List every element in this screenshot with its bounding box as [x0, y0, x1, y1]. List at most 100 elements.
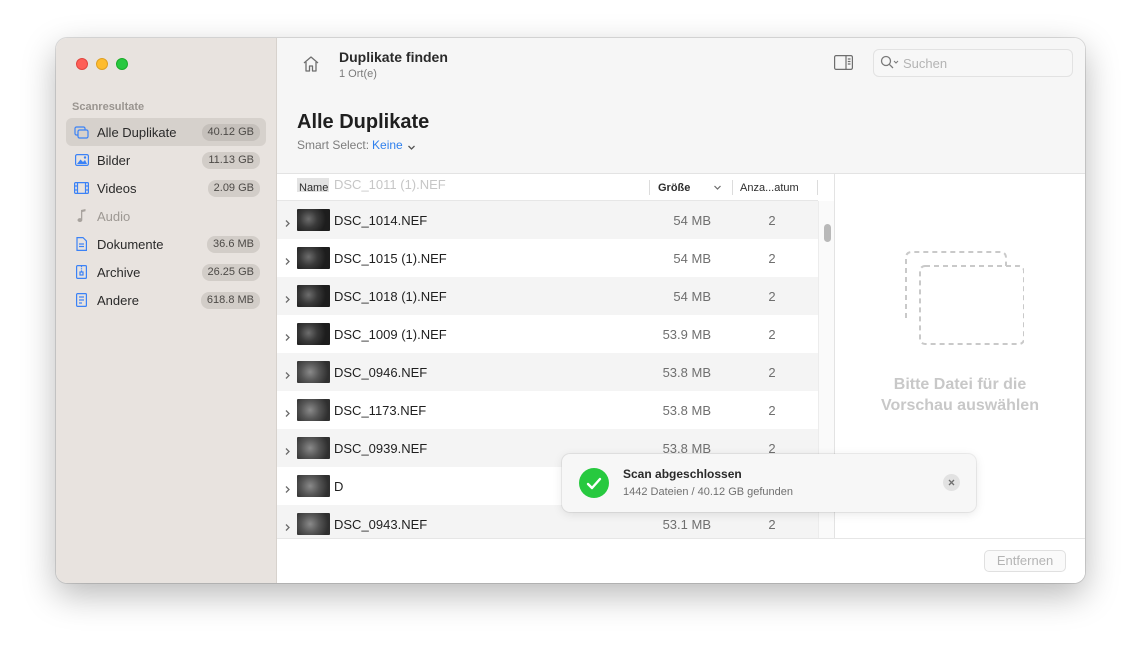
- file-size: 54 MB: [673, 250, 711, 266]
- close-icon[interactable]: [943, 474, 960, 491]
- thumbnail: [297, 361, 330, 383]
- sidebar-item-archive[interactable]: Archive 26.25 GB: [66, 258, 266, 286]
- close-window-button[interactable]: [76, 58, 88, 70]
- table-row[interactable]: DSC_1014.NEF 54 MB 2: [277, 201, 818, 239]
- duplicate-count: 2: [768, 402, 776, 418]
- chevron-right-icon[interactable]: [283, 520, 292, 531]
- sidebar-right-toggle-icon[interactable]: [834, 55, 853, 71]
- film-icon: [74, 181, 89, 196]
- chevron-right-icon[interactable]: [283, 330, 292, 341]
- header: Duplikate finden 1 Ort(e) Alle Duplikate…: [277, 38, 1085, 174]
- archive-icon: [74, 265, 89, 280]
- table-row[interactable]: DSC_1015 (1).NEF 54 MB 2: [277, 239, 818, 277]
- duplicate-count: 2: [768, 250, 776, 266]
- duplicate-count: 2: [768, 288, 776, 304]
- chevron-right-icon[interactable]: [283, 292, 292, 303]
- size-badge: 36.6 MB: [207, 235, 260, 253]
- window-controls: [76, 58, 128, 70]
- file-name: DSC_1018 (1).NEF: [334, 288, 447, 304]
- scrollbar-thumb[interactable]: [824, 224, 831, 242]
- chevron-right-icon[interactable]: [283, 406, 292, 417]
- duplicate-count: 2: [768, 516, 776, 532]
- preview-line-1: Bitte Datei für die: [893, 376, 1027, 393]
- checkmark-icon: [579, 468, 609, 498]
- remove-button[interactable]: Entfernen: [984, 550, 1066, 572]
- chevron-right-icon[interactable]: [283, 368, 292, 379]
- smart-select[interactable]: Smart Select: Keine: [297, 138, 416, 152]
- thumbnail: [297, 209, 330, 231]
- sidebar-item-label: Andere: [97, 292, 139, 308]
- zoom-window-button[interactable]: [116, 58, 128, 70]
- search-field[interactable]: [873, 49, 1073, 77]
- table-row[interactable]: DSC_0946.NEF 53.8 MB 2: [277, 353, 818, 391]
- sidebar-item-bilder[interactable]: Bilder 11.13 GB: [66, 146, 266, 174]
- column-header-count[interactable]: Anza...atum: [740, 182, 799, 194]
- thumbnail: [297, 323, 330, 345]
- sidebar-item-alle-duplikate[interactable]: Alle Duplikate 40.12 GB: [66, 118, 266, 146]
- image-icon: [74, 153, 89, 168]
- chevron-right-icon[interactable]: [283, 216, 292, 227]
- duplicate-count: 2: [768, 364, 776, 380]
- file-name: D: [334, 478, 344, 494]
- minimize-window-button[interactable]: [96, 58, 108, 70]
- music-note-icon: [74, 209, 89, 224]
- toast-title: Scan abgeschlossen: [623, 467, 742, 481]
- window-title: Duplikate finden: [339, 49, 448, 65]
- file-size: 54 MB: [673, 288, 711, 304]
- chevron-down-icon[interactable]: [407, 141, 416, 150]
- preview-line-2: Vorschau auswählen: [881, 397, 1039, 414]
- file-size: 54 MB: [673, 212, 711, 228]
- footer-bar: Entfernen: [277, 538, 1085, 583]
- column-header-size[interactable]: Größe: [658, 182, 690, 194]
- sidebar-item-label: Videos: [97, 180, 137, 196]
- sort-descending-icon[interactable]: [713, 183, 722, 192]
- ghost-row-name: DSC_1011 (1).NEF: [334, 177, 446, 192]
- chevron-right-icon[interactable]: [283, 254, 292, 265]
- chevron-right-icon[interactable]: [283, 444, 292, 455]
- other-file-icon: [74, 293, 89, 308]
- column-divider[interactable]: [732, 180, 733, 195]
- thumbnail: [297, 285, 330, 307]
- sidebar-item-label: Dokumente: [97, 236, 164, 252]
- size-badge: 2.09 GB: [207, 179, 260, 197]
- file-name: DSC_1173.NEF: [334, 402, 427, 418]
- home-icon[interactable]: [301, 54, 321, 74]
- sidebar: Scanresultate Alle Duplikate 40.12 GB Bi…: [56, 38, 277, 583]
- smart-select-value[interactable]: Keine: [372, 138, 403, 152]
- file-name: DSC_0946.NEF: [334, 364, 428, 380]
- document-icon: [74, 237, 89, 252]
- size-badge: 26.25 GB: [201, 263, 260, 281]
- file-size: 53.1 MB: [662, 516, 711, 532]
- sidebar-item-audio[interactable]: Audio: [66, 202, 266, 230]
- chevron-right-icon[interactable]: [283, 482, 292, 493]
- search-input[interactable]: [903, 55, 1053, 71]
- table-header: DSC_1011 (1).NEF Name Größe Anza...atum: [277, 174, 818, 201]
- file-size: 53.9 MB: [662, 326, 711, 342]
- table-row[interactable]: DSC_1009 (1).NEF 53.9 MB 2: [277, 315, 818, 353]
- sidebar-item-dokumente[interactable]: Dokumente 36.6 MB: [66, 230, 266, 258]
- file-size: 53.8 MB: [662, 402, 711, 418]
- sidebar-item-videos[interactable]: Videos 2.09 GB: [66, 174, 266, 202]
- sidebar-item-label: Audio: [97, 208, 131, 224]
- table-row[interactable]: DSC_1173.NEF 53.8 MB 2: [277, 391, 818, 429]
- file-name: DSC_0939.NEF: [334, 440, 428, 456]
- size-badge: 40.12 GB: [201, 123, 260, 141]
- app-window: Scanresultate Alle Duplikate 40.12 GB Bi…: [56, 38, 1085, 583]
- file-name: DSC_1015 (1).NEF: [334, 250, 447, 266]
- file-size: 53.8 MB: [662, 364, 711, 380]
- thumbnail: [297, 399, 330, 421]
- size-badge: 618.8 MB: [200, 291, 260, 309]
- sidebar-item-label: Bilder: [97, 152, 131, 168]
- preview-placeholder-icon: [905, 251, 1024, 345]
- sidebar-section-label: Scanresultate: [72, 101, 145, 113]
- column-divider[interactable]: [817, 180, 818, 195]
- main-panel: Duplikate finden 1 Ort(e) Alle Duplikate…: [277, 38, 1085, 583]
- column-divider[interactable]: [649, 180, 650, 195]
- sidebar-item-andere[interactable]: Andere 618.8 MB: [66, 286, 266, 314]
- smart-select-label: Smart Select:: [297, 138, 370, 152]
- stack-icon: [74, 125, 89, 140]
- table-row[interactable]: DSC_1018 (1).NEF 54 MB 2: [277, 277, 818, 315]
- column-header-name[interactable]: Name: [299, 182, 328, 194]
- toast-message: 1442 Dateien / 40.12 GB gefunden: [623, 486, 794, 498]
- location-count: 1 Ort(e): [339, 68, 377, 80]
